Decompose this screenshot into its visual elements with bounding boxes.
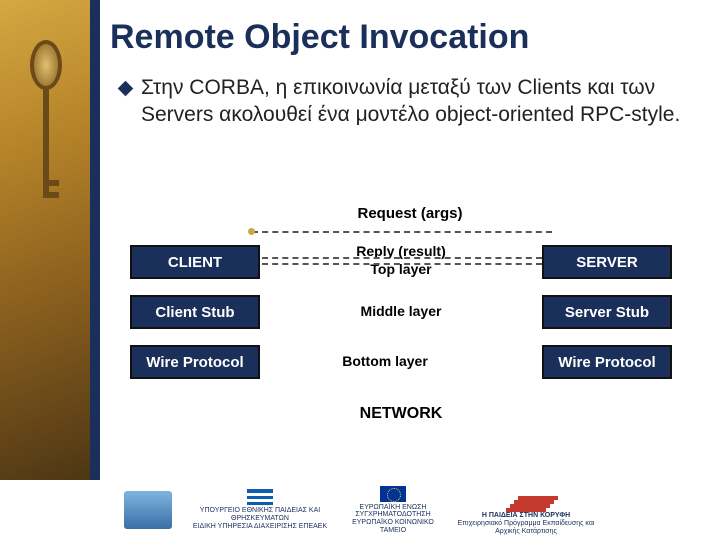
reply-arrow [262, 257, 542, 259]
footer-program: Η ΠΑΙΔΕΙΑ ΣΤΗΝ ΚΟΡΥΦΗ Επιχειρησιακό Πρόγ… [456, 484, 596, 535]
slide-content: Remote Object Invocation Στην CORBA, η ε… [100, 0, 720, 540]
footer-sponsors: ΥΠΟΥΡΓΕΙΟ ΕΘΝΙΚΗΣ ΠΑΙΔΕΙΑΣ ΚΑΙ ΘΡΗΣΚΕΥΜΑ… [0, 480, 720, 540]
sidebar-key-image [0, 0, 90, 540]
rpc-diagram: Request (args) CLIENT Reply (result) Top… [100, 205, 720, 455]
client-stub-box: Client Stub [130, 295, 260, 329]
client-box: CLIENT [130, 245, 260, 279]
ekt-text: ΕΥΡΩΠΑΪΚΟ ΚΟΙΝΩΝΙΚΟ ΤΑΜΕΙΟ [348, 519, 438, 534]
request-arrow [252, 231, 552, 233]
greece-flag-icon [247, 489, 273, 505]
ministry-line1: ΥΠΟΥΡΓΕΙΟ ΕΘΝΙΚΗΣ ΠΑΙΔΕΙΑΣ ΚΑΙ ΘΡΗΣΚΕΥΜΑ… [190, 507, 330, 522]
footer-logo-epeaek [124, 491, 172, 529]
network-label: NETWORK [326, 405, 476, 423]
eu-fund-text: ΣΥΓΧΡΗΜΑΤΟΔΟΤΗΣΗ [355, 511, 430, 519]
program-sub: Επιχειρησιακό Πρόγραμμα Εκπαίδευσης και … [456, 520, 596, 535]
footer-ministry: ΥΠΟΥΡΓΕΙΟ ΕΘΝΙΚΗΣ ΠΑΙΔΕΙΑΣ ΚΑΙ ΘΡΗΣΚΕΥΜΑ… [190, 489, 330, 530]
wire-protocol-right-box: Wire Protocol [542, 345, 672, 379]
diamond-bullet-icon [118, 81, 134, 97]
eu-flag-icon [380, 486, 406, 502]
footer-eu: ΕΥΡΩΠΑΪΚΗ ΕΝΩΣΗ ΣΥΓΧΡΗΜΑΤΟΔΟΤΗΣΗ ΕΥΡΩΠΑΪ… [348, 486, 438, 535]
program-title: Η ΠΑΙΔΕΙΑ ΣΤΗΝ ΚΟΡΥΦΗ [482, 512, 570, 520]
ministry-line2: ΕΙΔΙΚΗ ΥΠΗΡΕΣΙΑ ΔΙΑΧΕΙΡΙΣΗΣ ΕΠΕΑΕΚ [193, 523, 327, 531]
reply-arrow-2 [262, 263, 542, 265]
key-icon [30, 40, 62, 220]
bullet-item: Στην CORBA, η επικοινωνία μεταξύ των Cli… [100, 71, 720, 129]
server-stub-box: Server Stub [542, 295, 672, 329]
slide-title: Remote Object Invocation [100, 0, 720, 71]
request-label: Request (args) [100, 205, 720, 222]
stairs-icon [506, 484, 546, 512]
bottom-layer-label: Bottom layer [310, 353, 460, 369]
middle-layer-label: Middle layer [326, 303, 476, 319]
epeaek-logo-icon [124, 491, 172, 529]
eu-union-text: ΕΥΡΩΠΑΪΚΗ ΕΝΩΣΗ [360, 504, 427, 512]
bullet-text: Στην CORBA, η επικοινωνία μεταξύ των Cli… [141, 75, 700, 129]
wire-protocol-left-box: Wire Protocol [130, 345, 260, 379]
arrow-dot-icon [248, 228, 255, 235]
server-box: SERVER [542, 245, 672, 279]
